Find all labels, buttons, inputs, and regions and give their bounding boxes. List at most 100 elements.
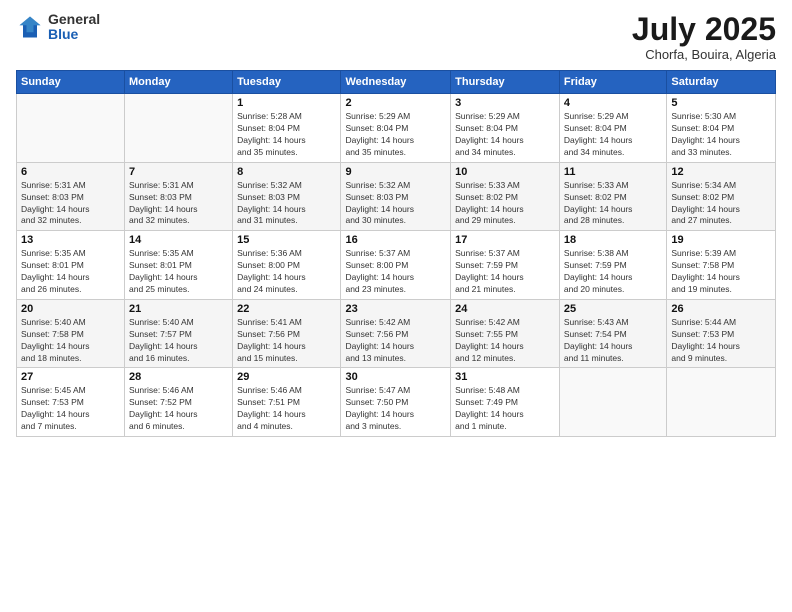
logo: General Blue: [16, 12, 100, 43]
cell-3-3: 23Sunrise: 5:42 AM Sunset: 7:56 PM Dayli…: [341, 299, 451, 368]
week-row-0: 1 Sunrise: 5:28 AM Sunset: 8:04 PM Daylig…: [17, 94, 776, 163]
title-block: July 2025 Chorfa, Bouira, Algeria: [632, 12, 776, 62]
day-info-16: Sunrise: 5:37 AM Sunset: 8:00 PM Dayligh…: [345, 248, 446, 296]
cell-1-1: 7 Sunrise: 5:31 AM Sunset: 8:03 PM Daylig…: [125, 162, 233, 231]
cell-1-5: 11 Sunrise: 5:33 AM Sunset: 8:02 PM Dayli…: [559, 162, 666, 231]
day-info-5: Sunrise: 5:30 AM Sunset: 8:04 PM Dayligh…: [671, 111, 771, 159]
day-info-29: Sunrise: 5:46 AM Sunset: 7:51 PM Dayligh…: [237, 385, 336, 433]
day-info-28: Sunrise: 5:46 AM Sunset: 7:52 PM Dayligh…: [129, 385, 228, 433]
day-info-31: Sunrise: 5:48 AM Sunset: 7:49 PM Dayligh…: [455, 385, 555, 433]
day-number-14: 14: [129, 234, 228, 246]
day-info-8: Sunrise: 5:32 AM Sunset: 8:03 PM Dayligh…: [237, 180, 336, 228]
day-number-13: 13: [21, 234, 120, 246]
header-friday: Friday: [559, 71, 666, 94]
day-number-25: 25: [564, 303, 662, 315]
cell-4-1: 28 Sunrise: 5:46 AM Sunset: 7:52 PM Dayli…: [125, 368, 233, 437]
header-saturday: Saturday: [667, 71, 776, 94]
day-number-27: 27: [21, 371, 120, 383]
cell-2-5: 18 Sunrise: 5:38 AM Sunset: 7:59 PM Dayli…: [559, 231, 666, 300]
day-info-23: Sunrise: 5:42 AM Sunset: 7:56 PM Dayligh…: [345, 317, 446, 365]
header-sunday: Sunday: [17, 71, 125, 94]
day-info-2: Sunrise: 5:29 AM Sunset: 8:04 PM Dayligh…: [345, 111, 446, 159]
week-row-1: 6 Sunrise: 5:31 AM Sunset: 8:03 PM Daylig…: [17, 162, 776, 231]
day-number-7: 7: [129, 166, 228, 178]
day-info-26: Sunrise: 5:44 AM Sunset: 7:53 PM Dayligh…: [671, 317, 771, 365]
day-number-12: 12: [671, 166, 771, 178]
cell-1-3: 9Sunrise: 5:32 AM Sunset: 8:03 PM Daylig…: [341, 162, 451, 231]
header-thursday: Thursday: [451, 71, 560, 94]
day-info-24: Sunrise: 5:42 AM Sunset: 7:55 PM Dayligh…: [455, 317, 555, 365]
logo-blue-text: Blue: [48, 27, 100, 42]
day-number-19: 19: [671, 234, 771, 246]
day-number-28: 28: [129, 371, 228, 383]
cell-0-3: 2 Sunrise: 5:29 AM Sunset: 8:04 PM Daylig…: [341, 94, 451, 163]
cell-0-0: [17, 94, 125, 163]
cell-1-6: 12 Sunrise: 5:34 AM Sunset: 8:02 PM Dayli…: [667, 162, 776, 231]
cell-0-2: 1 Sunrise: 5:28 AM Sunset: 8:04 PM Daylig…: [233, 94, 341, 163]
week-row-4: 27 Sunrise: 5:45 AM Sunset: 7:53 PM Dayli…: [17, 368, 776, 437]
cell-4-3: 30 Sunrise: 5:47 AM Sunset: 7:50 PM Dayli…: [341, 368, 451, 437]
day-number-26: 26: [671, 303, 771, 315]
day-info-6: Sunrise: 5:31 AM Sunset: 8:03 PM Dayligh…: [21, 180, 120, 228]
cell-0-6: 5 Sunrise: 5:30 AM Sunset: 8:04 PM Daylig…: [667, 94, 776, 163]
day-number-30: 30: [345, 371, 446, 383]
day-info-3: Sunrise: 5:29 AM Sunset: 8:04 PM Dayligh…: [455, 111, 555, 159]
cell-3-2: 22 Sunrise: 5:41 AM Sunset: 7:56 PM Dayli…: [233, 299, 341, 368]
cell-3-1: 21Sunrise: 5:40 AM Sunset: 7:57 PM Dayli…: [125, 299, 233, 368]
cell-2-4: 17Sunrise: 5:37 AM Sunset: 7:59 PM Dayli…: [451, 231, 560, 300]
day-info-4: Sunrise: 5:29 AM Sunset: 8:04 PM Dayligh…: [564, 111, 662, 159]
day-number-4: 4: [564, 97, 662, 109]
day-info-30: Sunrise: 5:47 AM Sunset: 7:50 PM Dayligh…: [345, 385, 446, 433]
week-row-3: 20 Sunrise: 5:40 AM Sunset: 7:58 PM Dayli…: [17, 299, 776, 368]
month-title: July 2025: [632, 12, 776, 47]
day-info-10: Sunrise: 5:33 AM Sunset: 8:02 PM Dayligh…: [455, 180, 555, 228]
day-number-8: 8: [237, 166, 336, 178]
cell-0-4: 3Sunrise: 5:29 AM Sunset: 8:04 PM Daylig…: [451, 94, 560, 163]
day-number-18: 18: [564, 234, 662, 246]
logo-general-text: General: [48, 12, 100, 27]
day-number-5: 5: [671, 97, 771, 109]
cell-3-0: 20 Sunrise: 5:40 AM Sunset: 7:58 PM Dayli…: [17, 299, 125, 368]
day-number-17: 17: [455, 234, 555, 246]
day-info-22: Sunrise: 5:41 AM Sunset: 7:56 PM Dayligh…: [237, 317, 336, 365]
day-info-20: Sunrise: 5:40 AM Sunset: 7:58 PM Dayligh…: [21, 317, 120, 365]
day-info-21: Sunrise: 5:40 AM Sunset: 7:57 PM Dayligh…: [129, 317, 228, 365]
cell-1-4: 10Sunrise: 5:33 AM Sunset: 8:02 PM Dayli…: [451, 162, 560, 231]
day-info-14: Sunrise: 5:35 AM Sunset: 8:01 PM Dayligh…: [129, 248, 228, 296]
day-number-11: 11: [564, 166, 662, 178]
day-number-24: 24: [455, 303, 555, 315]
day-number-20: 20: [21, 303, 120, 315]
day-info-15: Sunrise: 5:36 AM Sunset: 8:00 PM Dayligh…: [237, 248, 336, 296]
day-info-12: Sunrise: 5:34 AM Sunset: 8:02 PM Dayligh…: [671, 180, 771, 228]
day-info-18: Sunrise: 5:38 AM Sunset: 7:59 PM Dayligh…: [564, 248, 662, 296]
header-wednesday: Wednesday: [341, 71, 451, 94]
day-info-7: Sunrise: 5:31 AM Sunset: 8:03 PM Dayligh…: [129, 180, 228, 228]
cell-4-2: 29Sunrise: 5:46 AM Sunset: 7:51 PM Dayli…: [233, 368, 341, 437]
header: General Blue July 2025 Chorfa, Bouira, A…: [16, 12, 776, 62]
cell-1-0: 6 Sunrise: 5:31 AM Sunset: 8:03 PM Daylig…: [17, 162, 125, 231]
cell-0-1: [125, 94, 233, 163]
day-info-19: Sunrise: 5:39 AM Sunset: 7:58 PM Dayligh…: [671, 248, 771, 296]
calendar-table: Sunday Monday Tuesday Wednesday Thursday…: [16, 70, 776, 437]
day-info-13: Sunrise: 5:35 AM Sunset: 8:01 PM Dayligh…: [21, 248, 120, 296]
day-number-22: 22: [237, 303, 336, 315]
cell-0-5: 4 Sunrise: 5:29 AM Sunset: 8:04 PM Daylig…: [559, 94, 666, 163]
day-number-2: 2: [345, 97, 446, 109]
cell-2-1: 14 Sunrise: 5:35 AM Sunset: 8:01 PM Dayli…: [125, 231, 233, 300]
logo-icon: [16, 13, 44, 41]
header-tuesday: Tuesday: [233, 71, 341, 94]
day-info-27: Sunrise: 5:45 AM Sunset: 7:53 PM Dayligh…: [21, 385, 120, 433]
day-info-25: Sunrise: 5:43 AM Sunset: 7:54 PM Dayligh…: [564, 317, 662, 365]
header-row: Sunday Monday Tuesday Wednesday Thursday…: [17, 71, 776, 94]
day-number-1: 1: [237, 97, 336, 109]
cell-4-6: [667, 368, 776, 437]
cell-1-2: 8 Sunrise: 5:32 AM Sunset: 8:03 PM Daylig…: [233, 162, 341, 231]
day-number-31: 31: [455, 371, 555, 383]
cell-2-3: 16Sunrise: 5:37 AM Sunset: 8:00 PM Dayli…: [341, 231, 451, 300]
cell-4-0: 27 Sunrise: 5:45 AM Sunset: 7:53 PM Dayli…: [17, 368, 125, 437]
day-number-6: 6: [21, 166, 120, 178]
day-info-1: Sunrise: 5:28 AM Sunset: 8:04 PM Dayligh…: [237, 111, 336, 159]
day-info-9: Sunrise: 5:32 AM Sunset: 8:03 PM Dayligh…: [345, 180, 446, 228]
page: General Blue July 2025 Chorfa, Bouira, A…: [0, 0, 792, 612]
day-info-11: Sunrise: 5:33 AM Sunset: 8:02 PM Dayligh…: [564, 180, 662, 228]
